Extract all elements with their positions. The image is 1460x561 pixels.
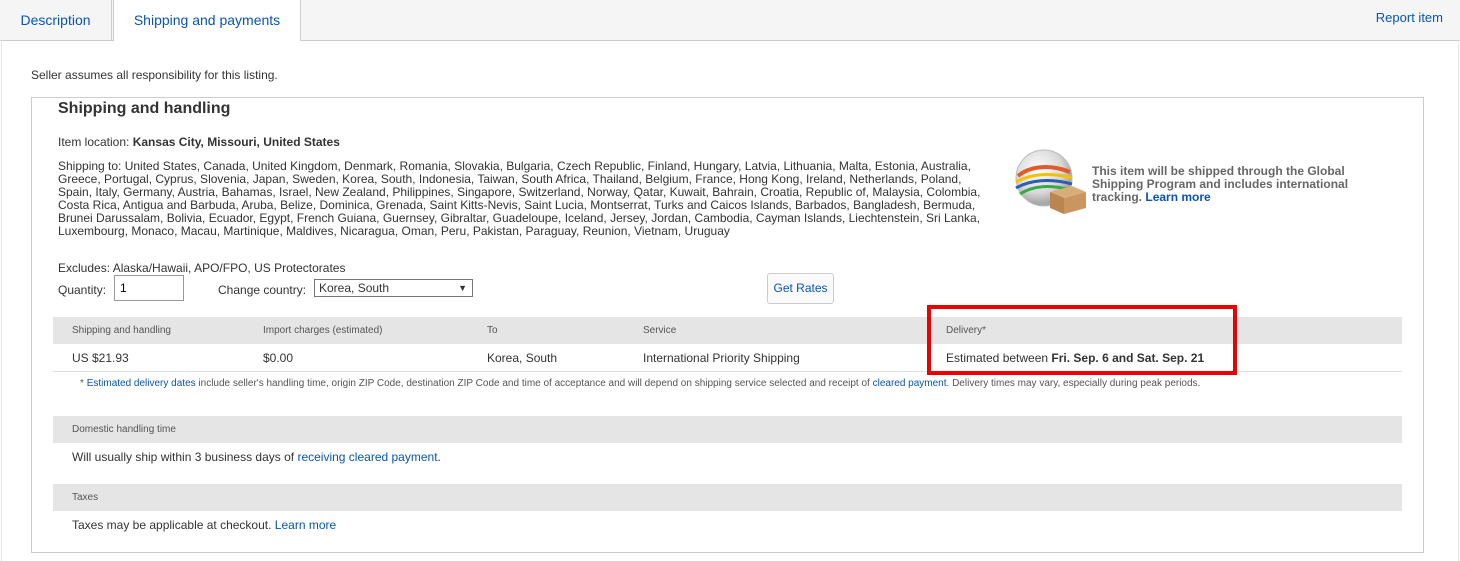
- shipping-title: Shipping and handling: [58, 100, 231, 117]
- tab-bar: Description Shipping and payments Report…: [0, 0, 1460, 41]
- footnote-star: *: [80, 378, 84, 389]
- estimated-delivery-dates-link[interactable]: Estimated delivery dates: [87, 378, 196, 389]
- change-country-label: Change country:: [218, 283, 307, 297]
- taxes-message: Taxes may be applicable at checkout.: [72, 518, 272, 532]
- shipping-service: International Priority Shipping: [643, 351, 800, 365]
- taxes-text: Taxes may be applicable at checkout. Lea…: [72, 518, 336, 532]
- get-rates-button[interactable]: Get Rates: [767, 273, 834, 304]
- delivery-footnote: * Estimated delivery dates include selle…: [80, 378, 1200, 389]
- footnote-text: include seller's handling time, origin Z…: [198, 378, 870, 389]
- tab-description[interactable]: Description: [0, 0, 112, 40]
- shipping-to-list: Shipping to: United States, Canada, Unit…: [58, 159, 981, 238]
- taxes-header: Taxes: [53, 484, 1402, 511]
- shipping-cost: US $21.93: [72, 351, 129, 365]
- taxes-learn-more-link[interactable]: Learn more: [275, 518, 336, 532]
- domestic-handling-message: Will usually ship within 3 business days…: [72, 450, 295, 464]
- cleared-payment-link[interactable]: cleared payment: [873, 378, 947, 389]
- country-select-value: Korea, South: [319, 281, 390, 295]
- taxes-title: Taxes: [72, 492, 99, 503]
- header-import-charges: Import charges (estimated): [263, 325, 383, 336]
- globe-box-icon: [1015, 149, 1086, 214]
- quantity-input[interactable]: [114, 275, 184, 301]
- seller-responsibility-note: Seller assumes all responsibility for th…: [31, 68, 278, 82]
- global-shipping-program: This item will be shipped through the Gl…: [1010, 148, 1360, 218]
- country-select[interactable]: Korea, South ▼: [314, 279, 473, 297]
- shipping-excludes: Excludes: Alaska/Hawaii, APO/FPO, US Pro…: [58, 261, 346, 275]
- gsp-learn-more-link[interactable]: Learn more: [1145, 190, 1210, 204]
- domestic-handling-end: .: [437, 450, 441, 464]
- gsp-message: This item will be shipped through the Gl…: [1092, 165, 1362, 204]
- receiving-cleared-payment-link[interactable]: receiving cleared payment: [297, 450, 437, 464]
- header-service: Service: [643, 325, 677, 336]
- item-location-value: Kansas City, Missouri, United States: [132, 135, 340, 149]
- domestic-handling-header: Domestic handling time: [53, 416, 1402, 443]
- header-shipping-handling: Shipping and handling: [72, 325, 171, 336]
- domestic-handling-text: Will usually ship within 3 business days…: [72, 450, 441, 464]
- ship-to-country: Korea, South: [487, 351, 558, 365]
- import-charges: $0.00: [263, 351, 294, 365]
- report-item-link[interactable]: Report item: [1376, 10, 1443, 25]
- item-location: Item location: Kansas City, Missouri, Un…: [58, 135, 340, 149]
- delivery-highlight-box: [927, 305, 1237, 375]
- tab-shipping-and-payments[interactable]: Shipping and payments: [113, 0, 301, 41]
- dropdown-arrow-icon: ▼: [458, 283, 467, 293]
- item-location-label: Item location:: [58, 135, 130, 149]
- gsp-text: This item will be shipped through the Gl…: [1092, 164, 1349, 204]
- quantity-label: Quantity:: [58, 283, 107, 297]
- footnote-text-end: . Delivery times may vary, especially du…: [946, 378, 1201, 389]
- domestic-handling-title: Domestic handling time: [72, 424, 176, 435]
- header-to: To: [487, 325, 498, 336]
